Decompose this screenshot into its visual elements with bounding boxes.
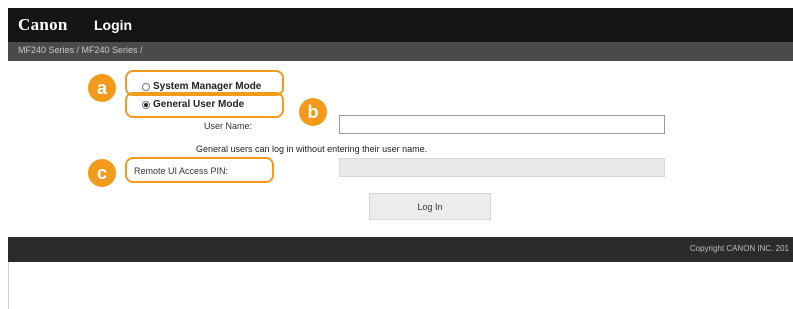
footer-bar: Copyright CANON INC. 201 [8, 237, 793, 262]
callout-b-badge: b [299, 98, 327, 126]
header-bar: Canon Login [8, 8, 793, 42]
canon-logo: Canon [18, 15, 68, 34]
pin-input[interactable] [339, 158, 665, 177]
user-name-input[interactable] [339, 115, 665, 134]
breadcrumb: MF240 Series / MF240 Series / [8, 42, 793, 61]
callout-c-badge: c [88, 159, 116, 187]
general-user-mode-highlight [125, 92, 284, 118]
login-button[interactable]: Log In [369, 193, 491, 220]
callout-a-badge: a [88, 74, 116, 102]
page-title: Login [94, 17, 133, 33]
pin-highlight [125, 157, 274, 183]
user-name-label: User Name: [204, 121, 253, 131]
breadcrumb-text: MF240 Series / MF240 Series / [18, 45, 143, 55]
copyright-text: Copyright CANON INC. 201 [689, 244, 789, 253]
general-user-hint: General users can log in without enterin… [196, 144, 428, 154]
